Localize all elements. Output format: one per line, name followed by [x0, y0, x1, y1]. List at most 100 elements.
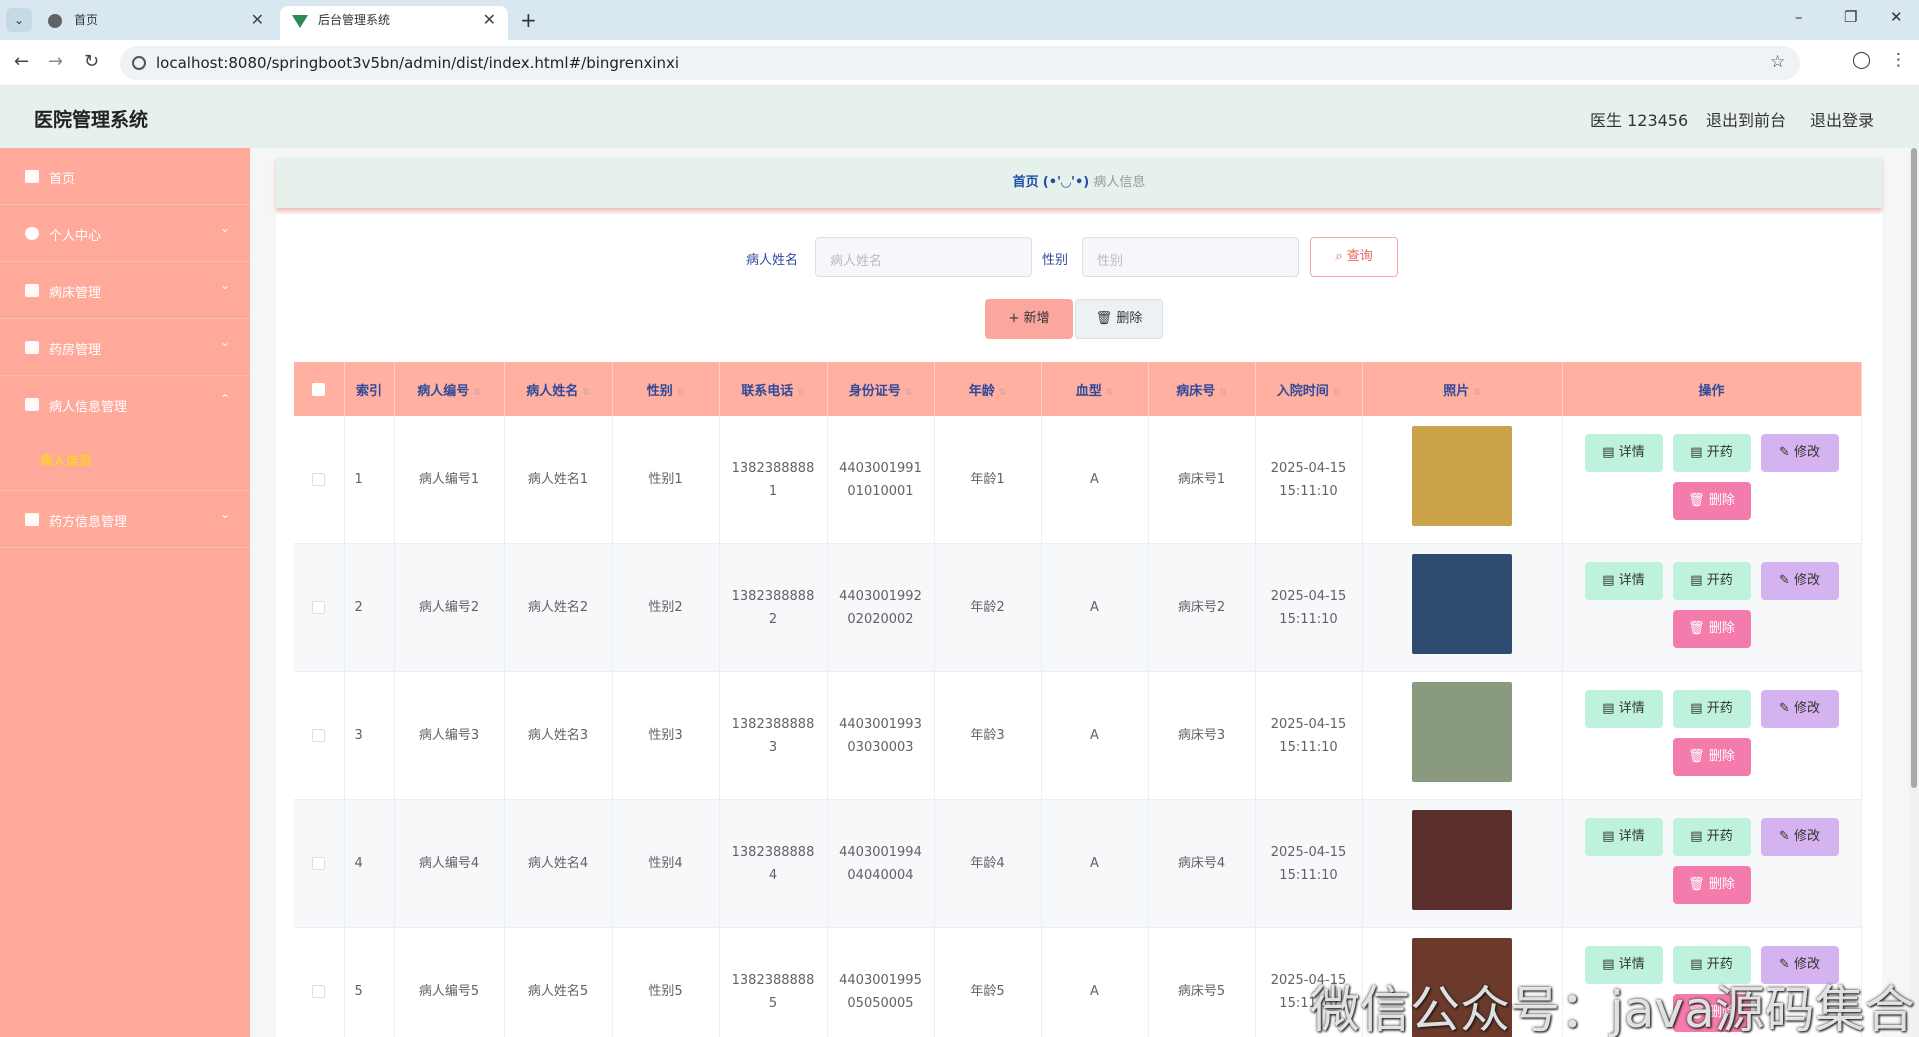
sort-icon[interactable]: ⇅ — [1333, 388, 1341, 398]
column-header[interactable]: 入院时间 ⇅ — [1255, 362, 1363, 416]
window-close-button[interactable]: ✕ — [1890, 8, 1903, 26]
batch-delete-button[interactable]: 🗑 删除 — [1075, 299, 1163, 339]
edit-button[interactable]: ✎ 修改 — [1760, 690, 1839, 728]
sort-icon[interactable]: ⇅ — [1106, 388, 1114, 398]
add-button[interactable]: + 新增 — [985, 299, 1073, 339]
cell-blood-type: A — [1041, 671, 1149, 800]
column-header[interactable]: 照片 ⇅ — [1362, 362, 1563, 416]
browser-tab-home[interactable]: 首页 ✕ — [36, 6, 276, 40]
edit-button[interactable]: ✎ 修改 — [1760, 434, 1839, 472]
sidebar-item-pharmacy[interactable]: 药房管理 ⌄ — [0, 319, 250, 376]
column-header[interactable]: 联系电话 ⇅ — [719, 362, 828, 416]
minimize-button[interactable]: – — [1795, 8, 1803, 26]
row-checkbox[interactable] — [312, 473, 326, 486]
scrollbar[interactable] — [1909, 148, 1919, 1037]
column-header[interactable]: 年龄 ⇅ — [934, 362, 1042, 416]
forward-icon[interactable]: → — [48, 51, 63, 72]
column-header[interactable]: 病床号 ⇅ — [1148, 362, 1256, 416]
logout-link[interactable]: 退出登录 — [1810, 107, 1874, 131]
gender-filter-input[interactable]: 性别 — [1082, 237, 1299, 277]
edit-button[interactable]: ✎ 修改 — [1760, 562, 1839, 600]
reload-icon[interactable]: ↻ — [84, 51, 99, 72]
sidebar-item-profile[interactable]: 个人中心 ⌄ — [0, 205, 250, 262]
sidebar-subitem-patient-info[interactable]: 病人信息 — [40, 450, 92, 469]
prescribe-button[interactable]: ▤ 开药 — [1672, 562, 1751, 600]
sort-icon[interactable]: ⇅ — [1473, 388, 1481, 398]
sort-icon[interactable]: ⇅ — [677, 388, 685, 398]
name-filter-input[interactable]: 病人姓名 — [815, 237, 1032, 277]
cell-gender: 性别1 — [612, 416, 720, 544]
sort-icon[interactable]: ⇅ — [999, 388, 1007, 398]
prescribe-button[interactable]: ▤ 开药 — [1672, 434, 1751, 472]
row-delete-button[interactable]: 🗑 删除 — [1672, 482, 1751, 520]
prescribe-button[interactable]: ▤ 开药 — [1672, 818, 1751, 856]
back-icon[interactable]: ← — [14, 51, 29, 72]
admission-time-text: 2025-04-15 15:11:10 — [1270, 716, 1347, 755]
cell-patient-name: 病人姓名2 — [504, 543, 613, 672]
tab-close-icon[interactable]: ✕ — [483, 6, 496, 34]
edit-button-label: 修改 — [1794, 829, 1821, 844]
column-header[interactable]: 病人编号 ⇅ — [394, 362, 505, 416]
column-header[interactable]: 身份证号 ⇅ — [827, 362, 935, 416]
row-select-cell[interactable] — [294, 543, 345, 672]
sidebar-item-prescriptions[interactable]: 药方信息管理 ⌄ — [0, 491, 250, 548]
document-icon: ▤ — [1602, 445, 1619, 460]
table-row: 3 病人编号3 病人姓名3 性别3 13823888883 440300199303030… — [294, 671, 1862, 800]
row-delete-button-label: 删除 — [1708, 749, 1735, 764]
column-header[interactable]: 病人姓名 ⇅ — [504, 362, 613, 416]
profile-icon[interactable]: ◯ — [1852, 50, 1871, 70]
patient-photo — [1412, 681, 1512, 782]
sort-icon[interactable]: ⇅ — [905, 388, 913, 398]
sort-icon[interactable]: ⇅ — [582, 388, 590, 398]
row-delete-button[interactable]: 🗑 删除 — [1672, 866, 1751, 904]
tab-search-button[interactable]: ⌄ — [6, 8, 32, 32]
cell-id-number: 440300199505050005 — [827, 927, 935, 1037]
row-select-cell[interactable] — [294, 671, 345, 800]
detail-button[interactable]: ▤ 详情 — [1584, 690, 1663, 728]
bookmark-star-icon[interactable]: ☆ — [1770, 52, 1785, 72]
column-header[interactable]: 性别 ⇅ — [612, 362, 720, 416]
patient-photo — [1412, 809, 1512, 910]
plus-icon: + — [1008, 311, 1020, 326]
prescribe-button[interactable]: ▤ 开药 — [1672, 690, 1751, 728]
more-menu-icon[interactable]: ⋮ — [1890, 50, 1907, 70]
site-info-icon[interactable] — [132, 56, 146, 70]
app-title: 医院管理系统 — [34, 109, 149, 131]
select-all-checkbox[interactable] — [312, 382, 326, 396]
detail-button[interactable]: ▤ 详情 — [1584, 562, 1663, 600]
sidebar-item-beds[interactable]: 病床管理 ⌄ — [0, 262, 250, 319]
breadcrumb-home[interactable]: 首页 — [1013, 175, 1039, 190]
row-checkbox[interactable] — [312, 857, 326, 870]
row-checkbox[interactable] — [312, 985, 326, 998]
new-tab-button[interactable]: + — [520, 6, 537, 34]
row-select-cell[interactable] — [294, 927, 345, 1037]
url-bar[interactable]: localhost:8080/springboot3v5bn/admin/dis… — [120, 46, 1800, 80]
column-header[interactable]: 血型 ⇅ — [1041, 362, 1149, 416]
scrollbar-thumb[interactable] — [1911, 148, 1917, 788]
row-checkbox[interactable] — [312, 729, 326, 742]
row-delete-button[interactable]: 🗑 删除 — [1672, 610, 1751, 648]
document-icon: ▤ — [1690, 829, 1707, 844]
restore-button[interactable]: ❐ — [1844, 8, 1857, 26]
sort-icon[interactable]: ⇅ — [1219, 388, 1227, 398]
edit-button[interactable]: ✎ 修改 — [1760, 818, 1839, 856]
exit-to-front-link[interactable]: 退出到前台 — [1706, 107, 1786, 131]
cell-blood-type: A — [1041, 927, 1149, 1037]
row-checkbox[interactable] — [312, 601, 326, 614]
cell-actions: ▤ 详情 ▤ 开药 ✎ 修改 🗑 删除 — [1562, 671, 1862, 800]
browser-tab-admin[interactable]: 后台管理系统 ✕ — [280, 6, 508, 40]
column-header-label: 照片 — [1443, 383, 1470, 399]
sort-icon[interactable]: ⇅ — [473, 388, 481, 398]
detail-button[interactable]: ▤ 详情 — [1584, 818, 1663, 856]
tab-close-icon[interactable]: ✕ — [251, 6, 264, 34]
row-select-cell[interactable] — [294, 799, 345, 928]
sort-icon[interactable]: ⇅ — [797, 388, 805, 398]
row-select-cell[interactable] — [294, 416, 345, 544]
sidebar-item-patients[interactable]: 病人信息管理 ⌃ — [0, 376, 250, 491]
column-header-label: 身份证号 — [848, 383, 901, 399]
row-delete-button[interactable]: 🗑 删除 — [1672, 738, 1751, 776]
sidebar-item-home[interactable]: 首页 — [0, 148, 250, 205]
detail-button[interactable]: ▤ 详情 — [1584, 434, 1663, 472]
query-button[interactable]: ⌕ 查询 — [1310, 237, 1398, 277]
select-all-header[interactable] — [294, 362, 345, 416]
